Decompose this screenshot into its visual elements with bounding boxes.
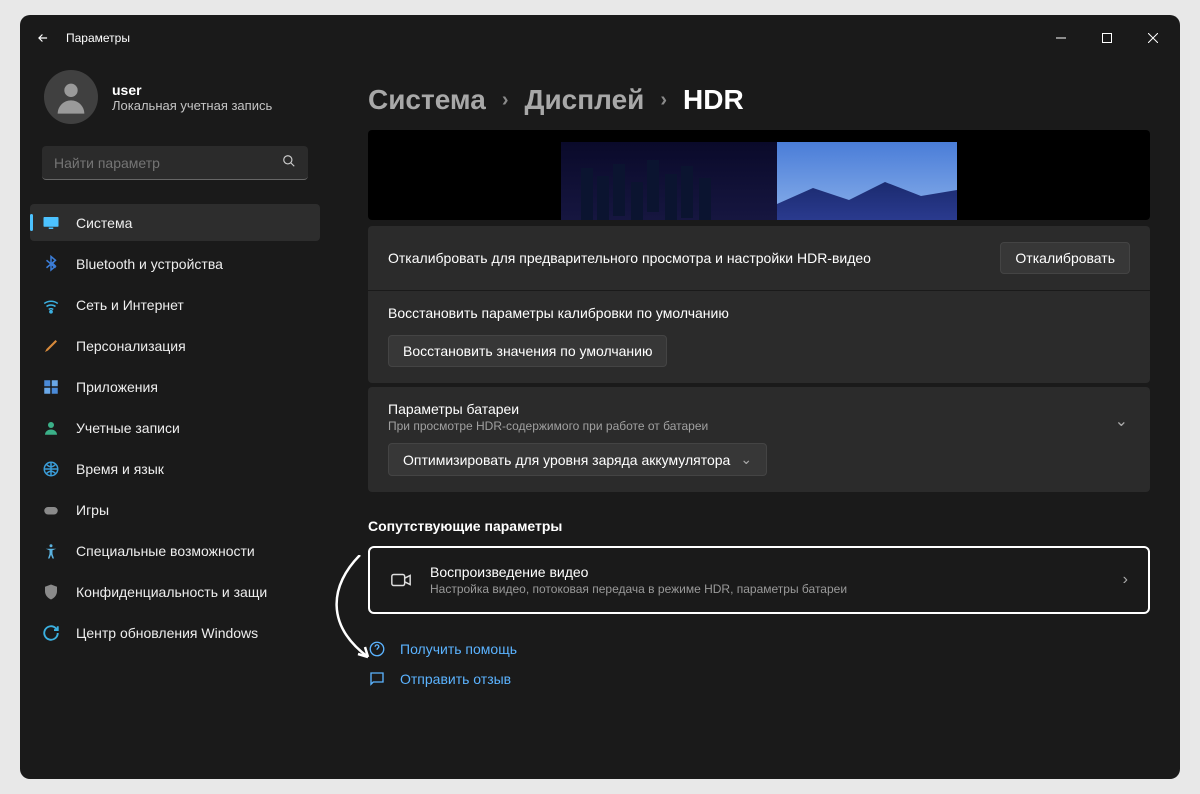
nav-system[interactable]: Система <box>30 204 320 241</box>
preview-image-hdr <box>777 142 957 220</box>
breadcrumb: Система › Дисплей › HDR <box>368 60 1150 130</box>
nav-accessibility[interactable]: Специальные возможности <box>30 532 320 569</box>
help-label: Получить помощь <box>400 641 517 657</box>
close-button[interactable] <box>1130 22 1176 54</box>
crumb-system[interactable]: Система <box>368 84 486 116</box>
calibration-card: Откалибровать для предварительного просм… <box>368 226 1150 383</box>
crumb-display[interactable]: Дисплей <box>525 84 645 116</box>
search-box[interactable] <box>42 146 308 180</box>
chevron-down-icon: ⌄ <box>740 451 752 468</box>
nav-label: Игры <box>76 502 109 518</box>
battery-subtitle: При просмотре HDR-содержимого при работе… <box>388 419 1130 433</box>
video-icon <box>390 569 412 591</box>
search-icon <box>282 154 296 171</box>
preview-image-dark <box>561 142 777 220</box>
person-icon <box>42 419 60 437</box>
nav-bluetooth[interactable]: Bluetooth и устройства <box>30 245 320 282</box>
minimize-button[interactable] <box>1038 22 1084 54</box>
related-subtitle: Настройка видео, потоковая передача в ре… <box>430 582 1105 596</box>
nav-label: Сеть и Интернет <box>76 297 184 313</box>
restore-defaults-button[interactable]: Восстановить значения по умолчанию <box>388 335 667 367</box>
brush-icon <box>42 337 60 355</box>
clock-globe-icon <box>42 460 60 478</box>
search-input[interactable] <box>54 155 282 171</box>
nav-label: Время и язык <box>76 461 164 477</box>
chevron-right-icon: › <box>502 89 509 112</box>
nav-apps[interactable]: Приложения <box>30 368 320 405</box>
back-button[interactable] <box>24 19 62 57</box>
user-block[interactable]: user Локальная учетная запись <box>30 60 320 142</box>
feedback-link[interactable]: Отправить отзыв <box>368 664 1150 694</box>
titlebar: Параметры <box>20 15 1180 60</box>
nav-label: Центр обновления Windows <box>76 625 258 641</box>
nav-label: Приложения <box>76 379 158 395</box>
nav-accounts[interactable]: Учетные записи <box>30 409 320 446</box>
help-link[interactable]: Получить помощь <box>368 634 1150 664</box>
footer-links: Получить помощь Отправить отзыв <box>368 634 1150 702</box>
nav-label: Учетные записи <box>76 420 180 436</box>
help-icon <box>368 640 386 658</box>
nav-privacy[interactable]: Конфиденциальность и защи <box>30 573 320 610</box>
video-playback-card[interactable]: Воспроизведение видео Настройка видео, п… <box>368 546 1150 614</box>
nav-label: Конфиденциальность и защи <box>76 584 267 600</box>
shield-icon <box>42 583 60 601</box>
main-content: Система › Дисплей › HDR Откалибровать дл… <box>330 60 1180 779</box>
battery-dropdown-label: Оптимизировать для уровня заряда аккумул… <box>403 452 730 468</box>
battery-dropdown[interactable]: Оптимизировать для уровня заряда аккумул… <box>388 443 767 476</box>
settings-window: Параметры user Локальная учетная запись <box>20 15 1180 779</box>
user-name: user <box>112 82 272 98</box>
nav-personalization[interactable]: Персонализация <box>30 327 320 364</box>
window-controls <box>1038 22 1176 54</box>
nav-windows-update[interactable]: Центр обновления Windows <box>30 614 320 651</box>
app-title: Параметры <box>66 31 130 45</box>
nav-gaming[interactable]: Игры <box>30 491 320 528</box>
hdr-preview <box>368 130 1150 220</box>
wifi-icon <box>42 296 60 314</box>
user-subtitle: Локальная учетная запись <box>112 98 272 113</box>
battery-title: Параметры батареи <box>388 401 1130 417</box>
gamepad-icon <box>42 501 60 519</box>
battery-card[interactable]: Параметры батареи При просмотре HDR-соде… <box>368 387 1150 492</box>
feedback-icon <box>368 670 386 688</box>
nav-time-language[interactable]: Время и язык <box>30 450 320 487</box>
monitor-icon <box>42 214 60 232</box>
nav-list: Система Bluetooth и устройства Сеть и Ин… <box>30 194 320 651</box>
crumb-hdr: HDR <box>683 84 744 116</box>
restore-title: Восстановить параметры калибровки по умо… <box>368 291 1150 325</box>
bluetooth-icon <box>42 255 60 273</box>
feedback-label: Отправить отзыв <box>400 671 511 687</box>
nav-label: Bluetooth и устройства <box>76 256 223 272</box>
chevron-down-icon[interactable]: ⌄ <box>1115 411 1128 431</box>
nav-label: Специальные возможности <box>76 543 255 559</box>
apps-icon <box>42 378 60 396</box>
sidebar: user Локальная учетная запись Система Bl… <box>20 60 330 779</box>
nav-label: Система <box>76 215 132 231</box>
chevron-right-icon: › <box>660 89 667 112</box>
calibrate-title: Откалибровать для предварительного просм… <box>388 250 980 266</box>
maximize-button[interactable] <box>1084 22 1130 54</box>
nav-label: Персонализация <box>76 338 186 354</box>
update-icon <box>42 624 60 642</box>
chevron-right-icon: › <box>1123 571 1128 589</box>
avatar <box>44 70 98 124</box>
accessibility-icon <box>42 542 60 560</box>
nav-network[interactable]: Сеть и Интернет <box>30 286 320 323</box>
related-title: Воспроизведение видео <box>430 564 1105 580</box>
calibrate-button[interactable]: Откалибровать <box>1000 242 1130 274</box>
related-section-title: Сопутствующие параметры <box>368 518 1150 534</box>
